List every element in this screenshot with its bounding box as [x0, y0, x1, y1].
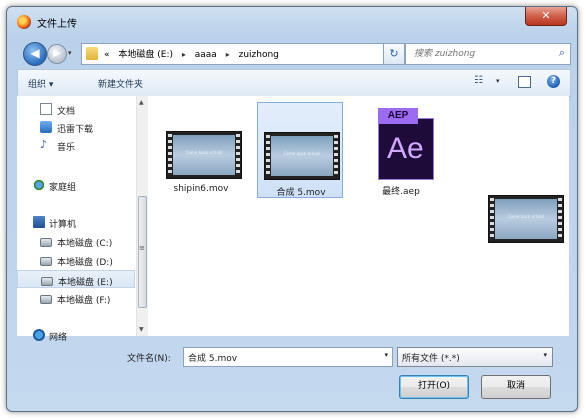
file-name: 最终.aep — [382, 187, 420, 197]
sidebar-item-drive-d[interactable]: 本地磁盘 (D:) — [17, 251, 135, 269]
video-file-icon: Come back school — [264, 132, 340, 180]
sidebar-item-label: 计算机 — [49, 220, 77, 230]
thumbnail-caption: Come back school — [507, 214, 545, 219]
sidebar-item-homegroup[interactable]: 家庭组 — [17, 176, 135, 194]
file-upload-dialog: 文件上传 ✕ ◀ ▶ ▾ « 本地磁盘 (E:) ▸ aaaa ▸ zuizho… — [6, 6, 578, 412]
filetype-select[interactable]: 所有文件 (*.*) ▾ — [397, 347, 553, 367]
close-button[interactable]: ✕ — [525, 7, 567, 26]
search-box[interactable]: ⌕ — [405, 43, 571, 65]
file-item-hecheng5[interactable]: Come back school 合成 5.mov — [257, 102, 343, 198]
filename-value[interactable]: 合成 5.mov — [188, 351, 237, 364]
chevron-down-icon[interactable]: ▾ — [543, 351, 547, 359]
forward-button[interactable]: ▶ — [47, 44, 67, 64]
drive-icon — [40, 257, 52, 266]
sidebar-item-drive-f[interactable]: 本地磁盘 (F:) — [17, 289, 135, 307]
title-bar: 文件上传 ✕ — [7, 7, 577, 37]
navigation-pane: 文档 迅雷下载 ♪ 音乐 家庭组 计算机 本地磁盘 (C:) 本地磁盘 (D:) — [17, 96, 148, 343]
refresh-button[interactable]: ↻ — [383, 43, 405, 65]
search-input[interactable] — [412, 46, 548, 62]
scroll-thumb[interactable] — [138, 196, 147, 308]
chevron-down-icon[interactable]: ▾ — [384, 351, 388, 359]
address-bar[interactable]: « 本地磁盘 (E:) ▸ aaaa ▸ zuizhong ▾ — [81, 43, 399, 65]
homegroup-icon — [33, 179, 45, 191]
sidebar-item-music[interactable]: ♪ 音乐 — [17, 136, 135, 154]
sidebar-item-xunlei[interactable]: 迅雷下载 — [17, 118, 135, 136]
sidebar-item-label: 音乐 — [57, 143, 76, 153]
breadcrumb: « 本地磁盘 (E:) ▸ aaaa ▸ zuizhong — [104, 47, 285, 60]
thumbnail-caption: Come back school — [185, 150, 223, 155]
computer-icon — [33, 216, 45, 228]
firefox-icon — [17, 15, 31, 29]
folder-icon — [86, 47, 98, 60]
drive-icon — [40, 295, 52, 304]
sidebar-item-label: 本地磁盘 (C:) — [57, 239, 113, 249]
sidebar-item-label: 迅雷下载 — [57, 125, 94, 135]
history-dropdown[interactable]: ▾ — [68, 49, 72, 57]
video-file-icon: Come back school — [166, 131, 242, 179]
breadcrumb-item-aaaa[interactable]: aaaa — [195, 50, 217, 60]
drive-icon — [41, 277, 53, 286]
sidebar-item-label: 本地磁盘 (E:) — [58, 278, 113, 288]
chevron-right-icon[interactable]: ▸ — [226, 50, 230, 59]
command-toolbar: 组织 ▾ 新建文件夹 ☷ ▾ ? — [17, 69, 571, 97]
file-item-zuizhong-aep[interactable]: AEP Ae 最终.aep — [358, 102, 444, 198]
breadcrumb-item-drive[interactable]: 本地磁盘 (E:) — [118, 50, 173, 60]
file-list: Come back school shipin6.mov Come back s… — [148, 96, 569, 336]
chevron-right-icon[interactable]: ▸ — [182, 50, 186, 59]
preview-pane-icon[interactable] — [518, 76, 531, 88]
download-folder-icon — [40, 121, 52, 133]
scroll-grip-icon: ≡ — [139, 244, 145, 252]
window-title: 文件上传 — [37, 19, 77, 30]
sidebar-item-documents[interactable]: 文档 — [17, 100, 135, 118]
view-options-icon[interactable]: ☷ — [474, 75, 496, 89]
file-name: 合成 5.mov — [276, 188, 326, 198]
sidebar-item-label: 本地磁盘 (D:) — [57, 258, 113, 268]
sidebar-item-label: 家庭组 — [49, 183, 77, 193]
ae-logo-text: Ae — [387, 132, 424, 165]
scroll-up-icon[interactable]: ▲ — [139, 99, 144, 106]
back-button[interactable]: ◀ — [23, 42, 47, 66]
after-effects-file-icon: AEP Ae — [378, 108, 434, 180]
filename-label: 文件名(N): — [127, 354, 171, 364]
scroll-down-icon[interactable]: ▼ — [139, 326, 144, 333]
sidebar-item-label: 文档 — [57, 107, 76, 117]
sidebar-item-label: 本地磁盘 (F:) — [57, 296, 111, 306]
filename-input[interactable]: 合成 5.mov ▾ — [183, 347, 393, 367]
open-button[interactable]: 打开(O) — [399, 375, 469, 399]
breadcrumb-item-zuizhong[interactable]: zuizhong — [239, 50, 279, 60]
sidebar-item-drive-e[interactable]: 本地磁盘 (E:) — [17, 270, 135, 288]
cancel-button[interactable]: 取消 — [481, 375, 551, 399]
thumbnail-caption: Come back school — [283, 151, 321, 156]
sidebar-item-drive-c[interactable]: 本地磁盘 (C:) — [17, 232, 135, 250]
breadcrumb-overflow[interactable]: « — [104, 50, 110, 60]
document-icon — [40, 103, 52, 115]
music-icon: ♪ — [40, 138, 48, 151]
sidebar-scrollbar[interactable]: ▲ ≡ ▼ — [136, 96, 148, 336]
preview-thumbnail: Come back school — [488, 195, 564, 243]
file-name: shipin6.mov — [173, 184, 229, 194]
bottom-panel: 文件名(N): 合成 5.mov ▾ 所有文件 (*.*) ▾ 打开(O) 取消 — [7, 337, 577, 411]
aep-tab: AEP — [378, 108, 418, 124]
new-folder-button[interactable]: 新建文件夹 — [98, 77, 143, 90]
view-dropdown-icon[interactable]: ▾ — [496, 77, 500, 85]
file-item-shipin6[interactable]: Come back school shipin6.mov — [158, 102, 244, 198]
search-icon[interactable]: ⌕ — [559, 46, 565, 60]
filetype-value: 所有文件 (*.*) — [402, 354, 460, 364]
sidebar-item-computer[interactable]: 计算机 — [17, 213, 135, 231]
help-icon[interactable]: ? — [547, 75, 560, 88]
drive-icon — [40, 238, 52, 247]
organize-menu[interactable]: 组织 ▾ — [28, 77, 53, 90]
